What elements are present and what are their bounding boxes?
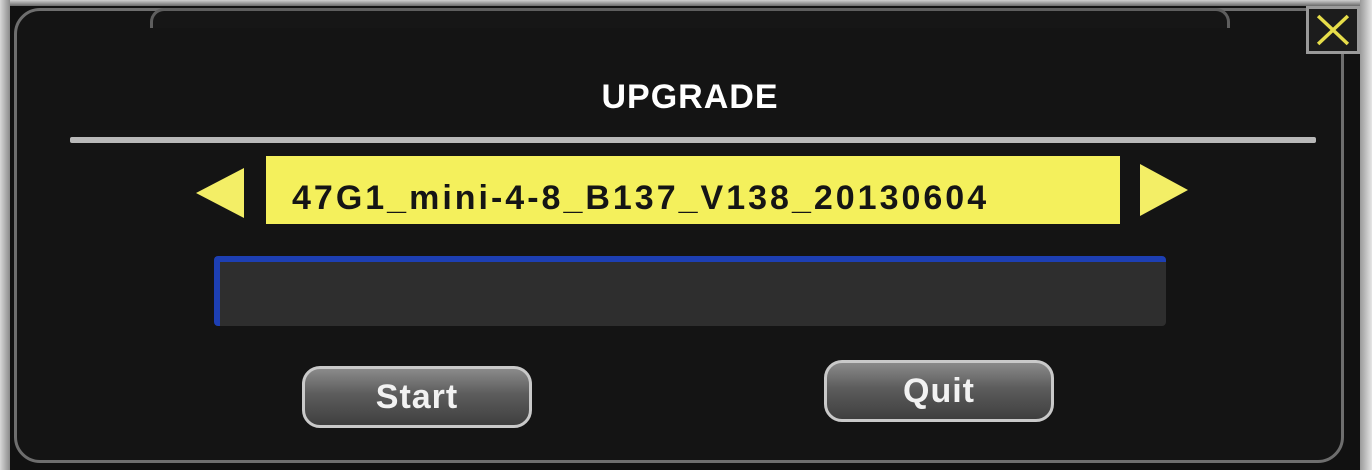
close-button[interactable] (1306, 6, 1360, 54)
bezel-top (0, 0, 1372, 6)
bezel-left (0, 0, 10, 470)
right-arrow-icon[interactable] (1140, 164, 1188, 216)
upgrade-dialog (14, 8, 1344, 463)
upgrade-file-selector[interactable]: 47G1_mini-4-8_B137_V138_20130604 (266, 156, 1120, 224)
left-arrow-icon[interactable] (196, 168, 244, 218)
quit-button[interactable]: Quit (824, 360, 1054, 422)
close-icon (1316, 14, 1350, 46)
start-button[interactable]: Start (302, 366, 532, 428)
bezel-right (1360, 0, 1372, 470)
upgrade-progress-bar (214, 256, 1166, 326)
dialog-header-bevel (150, 8, 1230, 28)
title-divider (70, 137, 1316, 143)
upgrade-screen: UPGRADE 47G1_mini-4-8_B137_V138_20130604… (0, 0, 1372, 470)
dialog-title: UPGRADE (601, 78, 779, 116)
